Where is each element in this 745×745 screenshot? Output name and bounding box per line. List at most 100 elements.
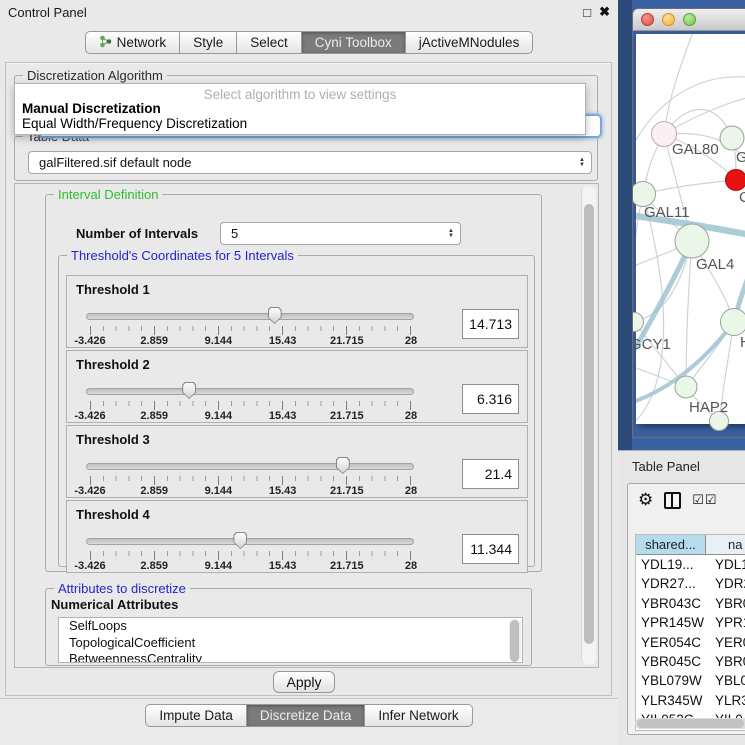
node-gal4[interactable] — [675, 224, 710, 259]
node-partial-right[interactable] — [720, 308, 745, 336]
slider-thumb[interactable] — [233, 532, 247, 549]
network-window-titlebar[interactable] — [633, 9, 745, 31]
cell[interactable]: YBR045C — [636, 652, 706, 671]
node-table[interactable]: shared... na YDL19...YDL1 YDR27...YDR2 Y… — [635, 534, 745, 731]
bottom-tab-bar: Impute Data Discretize Data Infer Networ… — [0, 698, 618, 745]
scrollbar-thumb[interactable] — [584, 204, 594, 644]
threshold-2-slider[interactable]: -3.426 2.859 9.144 15.43 21.715 28 — [90, 381, 410, 423]
tab-label: Discretize Data — [260, 708, 352, 723]
slider-thumb[interactable] — [268, 307, 282, 324]
cyni-toolbox-panel: Discretization Algorithm Select algorith… — [5, 62, 612, 696]
tab-impute-data[interactable]: Impute Data — [145, 704, 247, 727]
cell[interactable]: YDR2 — [706, 574, 745, 593]
table-row[interactable]: YLR345WYLR3 — [636, 691, 745, 710]
list-scrollbar[interactable] — [509, 619, 521, 661]
cell[interactable]: YPR145W — [636, 613, 706, 632]
minimize-traffic-light-icon[interactable] — [662, 13, 675, 26]
node-hap2[interactable] — [675, 376, 698, 399]
numerical-attributes-list[interactable]: SelfLoops TopologicalCoefficient Between… — [58, 617, 523, 663]
threshold-1-value-field[interactable]: 14.713 — [462, 309, 519, 339]
table-row[interactable]: YDL19...YDL1 — [636, 555, 745, 574]
cell[interactable]: YDR27... — [636, 574, 706, 593]
slider-track[interactable] — [86, 463, 414, 470]
table-row[interactable]: YDR27...YDR2 — [636, 574, 745, 593]
node-selected-red[interactable] — [725, 169, 745, 191]
table-row[interactable]: YPR145WYPR1 — [636, 613, 745, 632]
tick-label: 15.43 — [269, 560, 297, 572]
zoom-traffic-light-icon[interactable] — [683, 13, 696, 26]
close-icon[interactable]: ✖ — [599, 4, 610, 20]
tick-label: 9.144 — [205, 485, 233, 497]
threshold-3-slider[interactable]: -3.426 2.859 9.144 15.43 21.715 28 — [90, 456, 410, 498]
checkbox-icon[interactable]: ☑☑ — [692, 492, 717, 508]
cell[interactable]: YBR043C — [636, 594, 706, 613]
scrollbar-thumb[interactable] — [637, 719, 744, 728]
settings-scroll-pane: Interval Definition Number of Intervals … — [14, 183, 599, 668]
threshold-4-panel: Threshold 4 -3.426 2.859 9.144 15.43 21.… — [66, 500, 528, 573]
table-row[interactable]: YBR043CYBR0 — [636, 594, 745, 613]
tab-style[interactable]: Style — [180, 31, 237, 54]
settings-vertical-scrollbar[interactable] — [581, 186, 596, 665]
slider-track[interactable] — [86, 313, 414, 320]
network-canvas[interactable]: GAL80 G C GAL11 GAL4 GCY1 H HAP2 — [636, 34, 745, 424]
cell[interactable]: YLR3 — [706, 691, 745, 710]
cell[interactable]: YPR1 — [706, 613, 745, 632]
threshold-2-value-field[interactable]: 6.316 — [462, 384, 519, 414]
table-panel-area: Table Panel ⚙ ☑☑ shared... na YDL19...YD… — [618, 450, 745, 745]
slider-thumb[interactable] — [182, 382, 196, 399]
apply-button[interactable]: Apply — [273, 671, 335, 693]
cell[interactable]: YER0 — [706, 633, 745, 652]
scrollbar-thumb[interactable] — [510, 620, 519, 662]
threshold-3-panel: Threshold 3 -3.426 2.859 9.144 15.43 21.… — [66, 425, 528, 498]
table-row[interactable]: YBR045CYBR0 — [636, 652, 745, 671]
tab-label: Network — [117, 35, 167, 50]
dropdown-option-manual[interactable]: Manual Discretization — [15, 101, 585, 116]
list-item[interactable]: SelfLoops — [59, 618, 522, 635]
cell[interactable]: YBL0 — [706, 671, 745, 690]
tab-network[interactable]: Network — [85, 31, 181, 54]
slider-tick-labels: -3.426 2.859 9.144 15.43 21.715 28 — [90, 335, 411, 347]
gear-icon[interactable]: ⚙ — [638, 492, 653, 508]
threshold-label: Threshold 3 — [76, 432, 150, 447]
table-data-combobox[interactable]: galFiltered.sif default node ▲▼ — [28, 151, 592, 174]
float-window-icon[interactable]: □ — [583, 5, 591, 20]
node-partial-top-right[interactable] — [720, 126, 745, 151]
close-traffic-light-icon[interactable] — [641, 13, 654, 26]
threshold-label: Threshold 1 — [76, 282, 150, 297]
cell[interactable]: YDL19... — [636, 555, 706, 574]
tick-label: 9.144 — [205, 560, 233, 572]
cell[interactable]: YER054C — [636, 633, 706, 652]
cell[interactable]: YLR345W — [636, 691, 706, 710]
combobox-value: galFiltered.sif default node — [39, 155, 191, 170]
cell[interactable]: YBL079W — [636, 671, 706, 690]
slider-thumb[interactable] — [336, 457, 350, 474]
tab-select[interactable]: Select — [237, 31, 302, 54]
threshold-3-value-field[interactable]: 21.4 — [462, 459, 519, 489]
table-row[interactable]: YBL079WYBL0 — [636, 671, 745, 690]
tab-label: jActiveMNodules — [419, 35, 520, 50]
table-horizontal-scrollbar[interactable] — [635, 718, 745, 729]
list-item[interactable]: TopologicalCoefficient — [59, 635, 522, 652]
tab-jactivemnodules[interactable]: jActiveMNodules — [406, 31, 534, 54]
tab-infer-network[interactable]: Infer Network — [365, 704, 472, 727]
threshold-1-slider[interactable]: -3.426 2.859 9.144 15.43 21.715 28 — [90, 306, 410, 348]
column-header-name[interactable]: na — [706, 535, 745, 554]
number-of-intervals-spinner[interactable]: 5 ▲▼ — [220, 222, 461, 245]
slider-ticks — [90, 401, 411, 410]
tick-label: 9.144 — [205, 335, 233, 347]
split-columns-icon[interactable] — [664, 492, 681, 509]
tab-cyni-toolbox[interactable]: Cyni Toolbox — [302, 31, 406, 54]
tab-discretize-data[interactable]: Discretize Data — [247, 704, 366, 727]
slider-track[interactable] — [86, 388, 414, 395]
dropdown-option-equal-width[interactable]: Equal Width/Frequency Discretization — [15, 116, 585, 131]
spinner-arrows-icon: ▲▼ — [442, 229, 460, 239]
cell[interactable]: YDL1 — [706, 555, 745, 574]
cell[interactable]: YBR0 — [706, 652, 745, 671]
list-item[interactable]: BetweennessCentrality — [59, 651, 522, 663]
column-header-shared-name[interactable]: shared... — [636, 535, 706, 554]
cell[interactable]: YBR0 — [706, 594, 745, 613]
threshold-4-slider[interactable]: -3.426 2.859 9.144 15.43 21.715 28 — [90, 531, 410, 573]
threshold-4-value-field[interactable]: 11.344 — [462, 534, 519, 564]
slider-track[interactable] — [86, 538, 414, 545]
table-row[interactable]: YER054CYER0 — [636, 633, 745, 652]
